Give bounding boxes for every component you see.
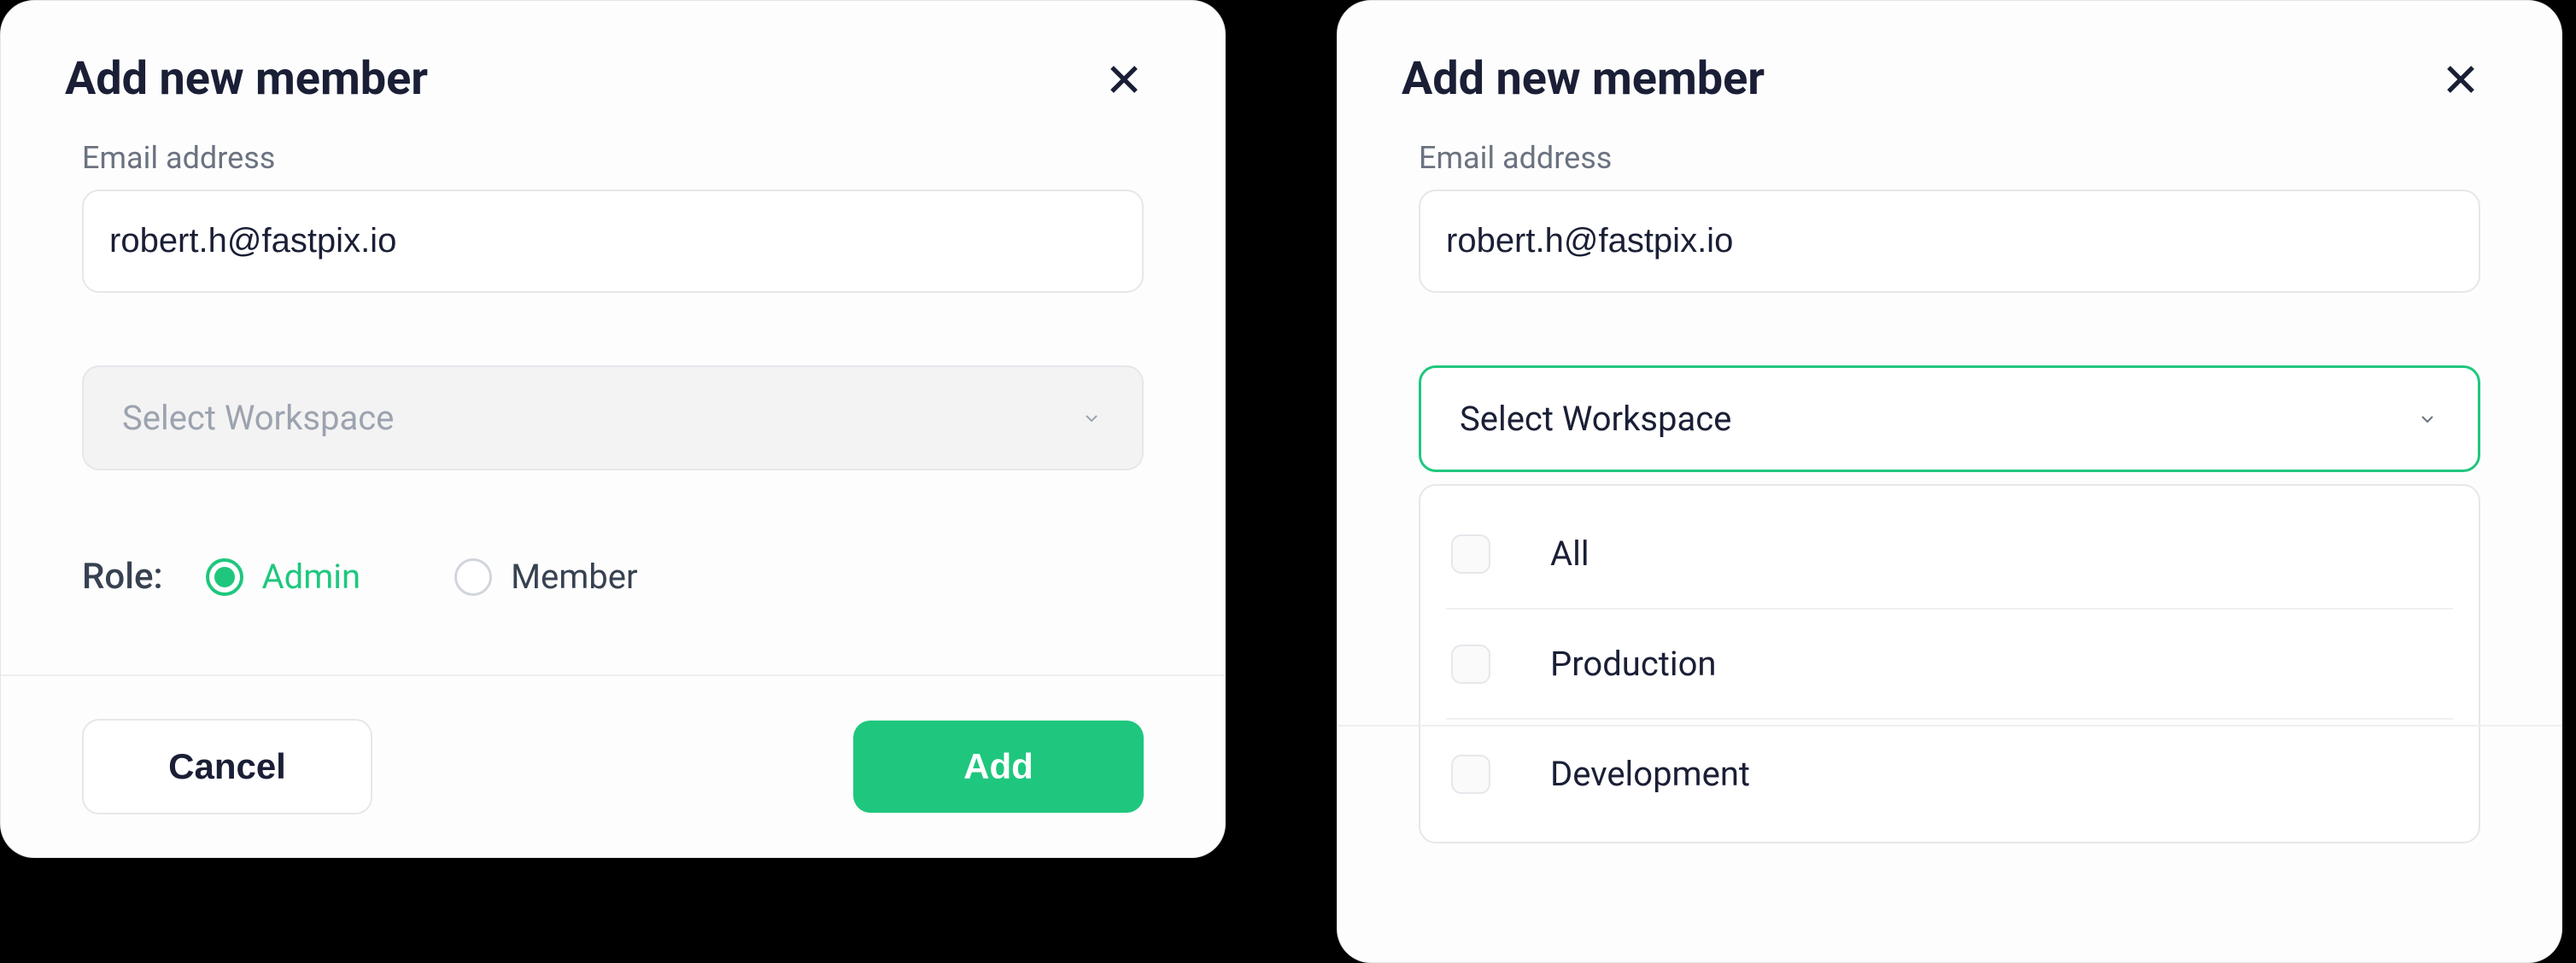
email-label: Email address — [82, 140, 1144, 176]
dialog-footer: Cancel Add — [1, 674, 1225, 857]
role-row: Role: Admin Member — [82, 556, 1144, 598]
workspace-select[interactable]: Select Workspace — [1419, 365, 2480, 472]
email-input[interactable] — [82, 190, 1144, 293]
add-member-dialog-right: Add new member Email address Select Work… — [1337, 0, 2562, 963]
add-button[interactable]: Add — [853, 721, 1144, 813]
email-input[interactable] — [1419, 190, 2480, 293]
workspace-option-label: Development — [1550, 754, 1750, 794]
role-admin-option[interactable]: Admin — [206, 557, 361, 597]
dialog-body: Email address Select Workspace Role: Adm… — [1, 131, 1225, 674]
workspace-select-placeholder: Select Workspace — [1460, 399, 1731, 439]
dialog-header: Add new member — [1338, 1, 2561, 131]
footer-divider — [1338, 725, 2561, 727]
chevron-down-icon — [1080, 406, 1104, 430]
add-member-dialog-left: Add new member Email address Select Work… — [0, 0, 1226, 858]
close-icon[interactable] — [2437, 55, 2485, 103]
radio-icon-selected — [206, 558, 243, 596]
workspace-option-development[interactable]: Development — [1446, 718, 2453, 828]
dialog-body: Email address Select Workspace All Produ… — [1338, 131, 2561, 912]
checkbox-icon — [1451, 755, 1490, 794]
role-label: Role: — [82, 556, 163, 598]
workspace-option-all[interactable]: All — [1446, 499, 2453, 608]
workspace-option-label: Production — [1550, 644, 1716, 684]
close-icon[interactable] — [1100, 55, 1148, 103]
radio-icon — [454, 558, 492, 596]
dialog-title: Add new member — [1402, 52, 1765, 106]
workspace-dropdown: All Production Development — [1419, 484, 2480, 843]
workspace-option-production[interactable]: Production — [1446, 608, 2453, 718]
dialog-title: Add new member — [65, 52, 428, 106]
workspace-select-placeholder: Select Workspace — [122, 398, 394, 438]
email-label: Email address — [1419, 140, 2480, 176]
role-admin-label: Admin — [262, 557, 361, 597]
role-member-option[interactable]: Member — [454, 557, 637, 597]
chevron-down-icon — [2415, 407, 2439, 431]
workspace-option-label: All — [1550, 534, 1590, 574]
checkbox-icon — [1451, 534, 1490, 574]
role-member-label: Member — [511, 557, 637, 597]
workspace-select[interactable]: Select Workspace — [82, 365, 1144, 470]
cancel-button[interactable]: Cancel — [82, 719, 372, 814]
dialog-header: Add new member — [1, 1, 1225, 131]
checkbox-icon — [1451, 645, 1490, 684]
